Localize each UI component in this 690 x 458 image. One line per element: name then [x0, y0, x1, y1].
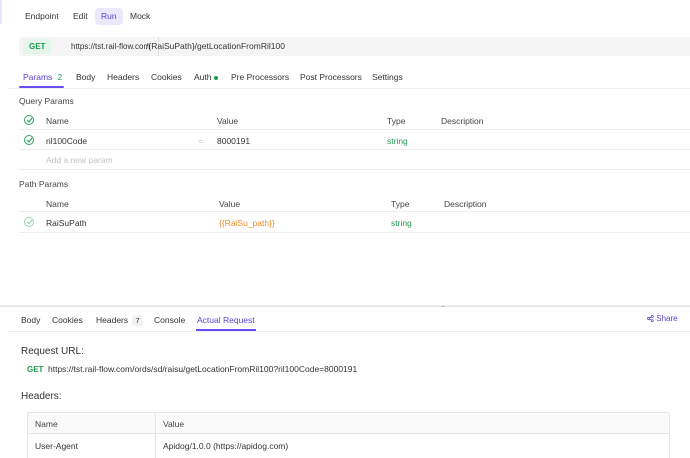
mode-tab-run[interactable]: Run — [95, 8, 123, 25]
path-param-name: RaiSuPath — [46, 218, 87, 228]
path-param-type[interactable]: string — [391, 218, 412, 228]
request-url-heading: Request URL: — [21, 346, 84, 357]
query-row-divider — [19, 149, 690, 150]
path-row-checkbox — [24, 217, 34, 227]
response-tabs-divider — [8, 331, 690, 332]
query-select-all-checkbox[interactable] — [24, 115, 34, 125]
query-add-divider — [19, 169, 690, 170]
headers-count-badge: 7 — [132, 315, 144, 326]
headers-heading: Headers: — [21, 391, 62, 402]
mode-tab-edit[interactable]: Edit — [67, 8, 94, 25]
headers-table — [27, 412, 670, 458]
path-col-type: Type — [391, 199, 410, 209]
query-params-title: Query Params — [19, 96, 74, 106]
share-label: Share — [656, 314, 678, 323]
query-col-name: Name — [46, 116, 69, 126]
headers-col-value: Value — [163, 419, 185, 429]
tab-headers[interactable]: Headers — [107, 70, 139, 84]
mode-tab-mock[interactable]: Mock — [124, 8, 156, 25]
path-header-divider — [19, 211, 690, 212]
tab-params[interactable]: Params 2 — [23, 70, 62, 84]
header-row-value: Apidog/1.0.0 (https://apidog.com) — [163, 441, 289, 451]
tab-body[interactable]: Body — [76, 70, 95, 84]
query-col-value: Value — [217, 116, 239, 126]
query-col-description: Description — [441, 116, 484, 126]
path-param-value[interactable]: {{RaiSu_path}} — [219, 218, 275, 228]
path-col-value: Value — [219, 199, 241, 209]
path-col-name: Name — [46, 199, 69, 209]
add-param-input[interactable]: Add a new param — [46, 155, 113, 165]
tab-auth[interactable]: Auth — [194, 70, 218, 84]
share-icon — [647, 314, 656, 323]
window-edge-marker — [0, 0, 2, 24]
response-tab-console[interactable]: Console — [154, 314, 185, 326]
headers-table-col-divider — [155, 412, 156, 458]
query-param-equals: = — [198, 136, 203, 146]
query-row-checkbox[interactable] — [24, 135, 34, 145]
auth-status-dot — [213, 75, 218, 80]
actual-request-url: https://tst.rail-flow.com/ords/sd/raisu/… — [48, 364, 358, 374]
query-header-divider — [19, 129, 690, 130]
tab-post-processors[interactable]: Post Processors — [300, 70, 362, 84]
mode-tab-endpoint[interactable]: Endpoint — [19, 8, 65, 25]
query-param-value[interactable]: 8000191 — [217, 136, 250, 146]
query-param-type[interactable]: string — [387, 136, 408, 146]
tab-auth-label: Auth — [194, 72, 212, 82]
header-row-name: User-Agent — [35, 441, 78, 451]
path-params-title: Path Params — [19, 179, 69, 189]
tab-pre-processors[interactable]: Pre Processors — [231, 70, 289, 84]
method-select[interactable]: GET — [23, 39, 52, 54]
response-tab-body[interactable]: Body — [21, 314, 40, 326]
tab-settings[interactable]: Settings — [372, 70, 403, 84]
path-row-divider — [19, 232, 690, 233]
tabs-divider — [8, 88, 690, 89]
query-param-name[interactable]: ril100Code — [46, 136, 87, 146]
url-bar[interactable]: GET https://tst.rail-flow.com /{RaiSuPat… — [19, 37, 690, 56]
share-button[interactable]: Share — [647, 314, 678, 323]
tab-cookies[interactable]: Cookies — [151, 70, 182, 84]
splitter-grip-icon[interactable]: ... — [441, 302, 445, 309]
pane-splitter[interactable] — [0, 305, 690, 307]
params-count-badge: 2 — [57, 73, 63, 82]
response-tab-headers-label: Headers — [96, 315, 129, 325]
response-tab-cookies[interactable]: Cookies — [52, 314, 83, 326]
path-col-description: Description — [444, 199, 487, 209]
headers-col-name: Name — [35, 419, 58, 429]
tab-params-label: Params — [23, 72, 53, 82]
url-path-input[interactable]: /{RaiSuPath}/getLocationFromRil100 — [146, 37, 285, 56]
response-tab-actual-request[interactable]: Actual Request — [197, 314, 255, 326]
query-col-type: Type — [387, 116, 406, 126]
response-tab-headers[interactable]: Headers 7 — [96, 314, 144, 326]
actual-request-method: GET — [27, 365, 44, 374]
headers-table-row-divider — [27, 433, 670, 434]
